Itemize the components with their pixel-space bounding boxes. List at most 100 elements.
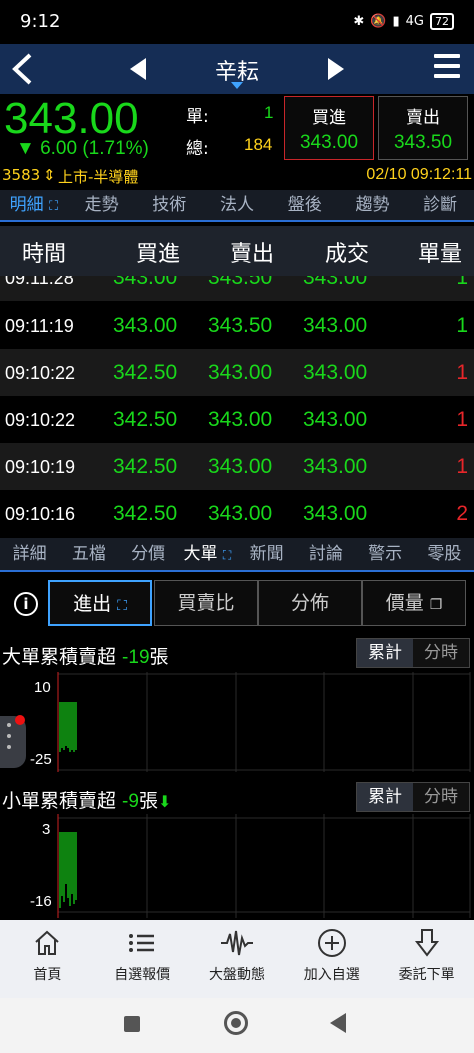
tab-news[interactable]: 新聞: [237, 538, 296, 570]
toggle-intraday[interactable]: 分時: [413, 639, 469, 667]
dropdown-caret-icon: [231, 82, 243, 89]
segment-in-out-label: 進出: [73, 593, 112, 615]
row-deal: 343.00: [303, 455, 368, 478]
bottom-nav-order-label: 委託下單: [398, 967, 455, 983]
system-back-button[interactable]: [330, 1013, 346, 1033]
expand-icon: ⛶: [117, 598, 127, 614]
small-order-chart-svg: 3 -16: [30, 814, 471, 918]
row-deal: 343.00: [303, 408, 368, 431]
tab-alerts[interactable]: 警示: [356, 538, 415, 570]
bottom-nav-add-watchlist[interactable]: 加入自選: [284, 920, 379, 998]
row-qty: 1: [456, 408, 468, 431]
table-row: 09:10:16 342.50 343.00 343.00 2: [0, 490, 474, 537]
market-category: 上市-半導體: [58, 168, 139, 186]
recent-apps-button[interactable]: [124, 1016, 140, 1032]
row-sell: 343.00: [208, 408, 273, 431]
tab-details[interactable]: 詳細: [0, 538, 59, 570]
row-qty: 1: [456, 314, 468, 337]
list-icon: [129, 934, 155, 952]
copy-icon: ❐: [429, 597, 443, 613]
tab-technical[interactable]: 技術: [135, 190, 203, 220]
row-time: 09:11:19: [5, 316, 74, 336]
bottom-nav: 首頁 自選報價 大盤動態 加入自選 委託下單: [0, 920, 474, 998]
bottom-nav-market[interactable]: 大盤動態: [190, 920, 285, 998]
expand-icon: ⛶: [222, 548, 232, 562]
next-stock-button[interactable]: [328, 58, 344, 84]
segment-in-out[interactable]: 進出 ⛶: [48, 580, 152, 626]
trade-table-body[interactable]: 09:11:28 343.00 343.50 343.00 1 09:11:19…: [0, 276, 474, 538]
row-time: 09:10:22: [5, 363, 76, 383]
row-buy: 342.50: [113, 455, 178, 478]
bottom-nav-add-watchlist-label: 加入自選: [303, 967, 360, 983]
single-volume-value: 1: [264, 103, 274, 122]
row-time: 09:10:22: [5, 410, 76, 430]
toggle-cumulative[interactable]: 累計: [357, 783, 413, 811]
hand-down-icon: [414, 929, 439, 957]
triangle-right-icon: [328, 58, 344, 80]
segment-price-volume[interactable]: 價量 ❐: [362, 580, 466, 626]
trade-table-header: 時間 買進 賣出 成交 單量: [0, 226, 474, 276]
toggle-cumulative[interactable]: 累計: [357, 639, 413, 667]
home-button[interactable]: [224, 1011, 248, 1035]
hamburger-icon-line: [434, 74, 460, 78]
tab-trend[interactable]: 走勢: [68, 190, 136, 220]
tab-detail-label: 明細: [9, 195, 44, 215]
expand-icon: ⛶: [49, 199, 59, 214]
tab-tendency[interactable]: 趨勢: [339, 190, 407, 220]
bottom-nav-watchlist[interactable]: 自選報價: [95, 920, 190, 998]
signal-icon: ▮: [392, 14, 400, 29]
sell-label: 賣出: [406, 108, 440, 128]
toggle-intraday[interactable]: 分時: [413, 783, 469, 811]
large-order-chart-svg: 10 -25: [30, 672, 471, 772]
tab-discussion[interactable]: 討論: [296, 538, 355, 570]
tab-detail[interactable]: 明細 ⛶: [0, 190, 68, 220]
tab-after-hours[interactable]: 盤後: [271, 190, 339, 220]
notification-dot: [15, 715, 25, 725]
sell-button[interactable]: 賣出 343.50: [378, 96, 468, 160]
total-volume-label: 總:: [186, 139, 209, 159]
main-tabs: 明細 ⛶ 走勢 技術 法人 盤後 趨勢 診斷: [0, 190, 474, 222]
status-bar: 9:12 ✱ 🔕 ▮ 4G 72: [0, 0, 474, 44]
menu-button[interactable]: [434, 54, 460, 82]
large-order-toggle: 累計 分時: [356, 638, 470, 668]
bottom-nav-home[interactable]: 首頁: [0, 920, 95, 998]
small-order-toggle: 累計 分時: [356, 782, 470, 812]
table-row: 09:10:22 342.50 343.00 343.00 1: [0, 349, 474, 396]
tab-five-levels[interactable]: 五檔: [59, 538, 118, 570]
bottom-nav-order[interactable]: 委託下單: [379, 920, 474, 998]
tab-large-orders[interactable]: 大單 ⛶: [178, 538, 237, 570]
tab-odd-lots[interactable]: 零股: [415, 538, 474, 570]
large-order-value: -19: [122, 647, 150, 668]
last-price: 343.00: [4, 94, 139, 143]
table-row: 09:10:19 342.50 343.00 343.00 1: [0, 443, 474, 490]
small-order-value: -9: [122, 791, 139, 812]
tab-diagnosis[interactable]: 診斷: [406, 190, 474, 220]
small-order-unit: 張: [138, 790, 158, 812]
tab-price-distribution[interactable]: 分價: [119, 538, 178, 570]
header-buy: 買進: [136, 242, 181, 267]
arrow-down-icon: ⬇: [157, 792, 172, 811]
header-deal: 成交: [325, 242, 370, 267]
buy-button[interactable]: 買進 343.00: [284, 96, 374, 160]
table-row: 09:11:28 343.00 343.50 343.00 1: [0, 276, 474, 301]
row-deal: 343.00: [303, 361, 368, 384]
y-axis-top: 3: [42, 821, 50, 838]
hamburger-icon-line: [434, 64, 460, 68]
segment-distribution[interactable]: 分佈: [258, 580, 362, 626]
tab-institutional[interactable]: 法人: [203, 190, 271, 220]
quote-panel: 343.00 ▼ 6.00 (1.71%) 單: 1 總: 184 買進 343…: [0, 94, 474, 188]
bluetooth-icon: ✱: [353, 14, 365, 29]
y-axis-bottom: -25: [30, 751, 52, 768]
buy-price: 343.00: [299, 132, 359, 153]
plus-circle-icon: [317, 929, 346, 957]
bottom-nav-market-label: 大盤動態: [208, 967, 265, 983]
dots-vertical-icon-dot: [7, 745, 11, 749]
row-qty: 1: [456, 361, 468, 384]
info-icon[interactable]: i: [14, 592, 38, 616]
header-qty: 單量: [418, 242, 463, 267]
tab-large-orders-label: 大單: [183, 544, 218, 564]
row-buy: 342.50: [113, 361, 178, 384]
row-sell: 343.50: [208, 314, 273, 337]
segment-buy-sell-ratio[interactable]: 買賣比: [154, 580, 258, 626]
dots-vertical-icon-dot: [7, 734, 11, 738]
